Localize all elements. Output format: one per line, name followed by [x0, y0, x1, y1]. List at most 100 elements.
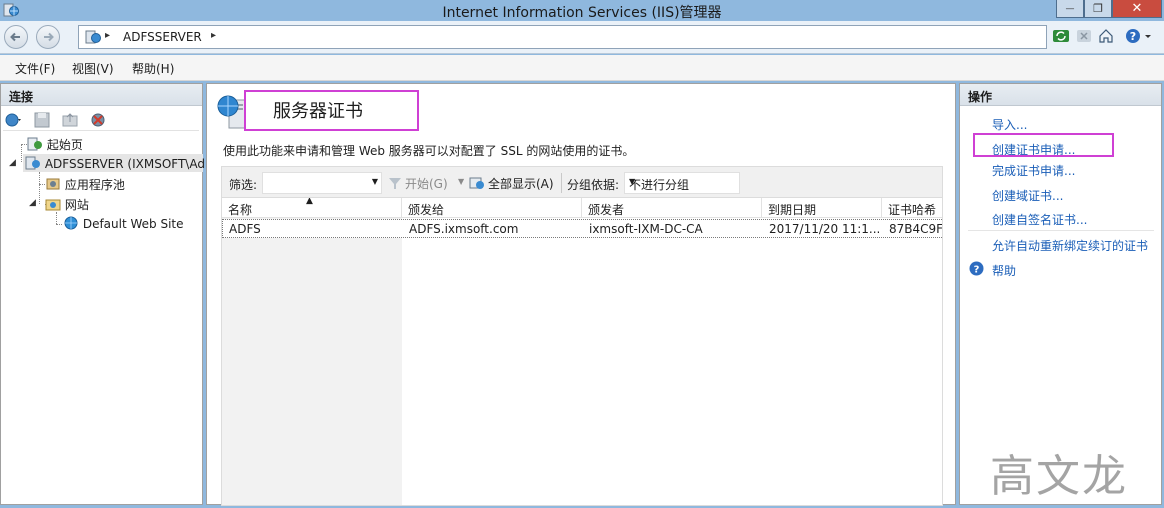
up-folder-icon[interactable]	[61, 111, 79, 129]
connections-panel: 连接 起始页 ◢ ADFSSERVER (IXMSOFT\Ad 应用程序池 ◢ …	[0, 83, 205, 505]
svg-text:?: ?	[1130, 30, 1136, 43]
help-dropdown-icon[interactable]: ?	[1124, 27, 1154, 45]
feature-description: 使用此功能来申请和管理 Web 服务器可以对配置了 SSL 的网站使用的证书。	[223, 144, 635, 158]
tree-item-default-web-site[interactable]: Default Web Site	[63, 216, 184, 231]
close-icon: ✕	[1131, 1, 1143, 16]
tree-label: 应用程序池	[64, 178, 125, 192]
address-row: ▸ ADFSSERVER ▸ ?	[0, 21, 1164, 54]
filter-label: 筛选:	[229, 178, 258, 192]
window-title: Internet Information Services (IIS)管理器	[442, 5, 722, 21]
action-complete-cert-request[interactable]: 完成证书申请...	[992, 162, 1075, 179]
minimize-icon: —	[1065, 3, 1075, 14]
server-icon	[85, 30, 101, 44]
dropdown-arrow-icon: ▼	[629, 177, 636, 186]
table-row[interactable]: ADFS ADFS.ixmsoft.com ixmsoft-IXM-DC-CA …	[222, 219, 943, 238]
sites-folder-icon	[45, 199, 61, 211]
breadcrumb-separator-icon: ▸	[105, 30, 111, 41]
start-button[interactable]: 开始(G)	[388, 173, 448, 193]
column-header-issued-to[interactable]: 颁发给	[402, 198, 582, 218]
breadcrumb-server[interactable]: ADFSSERVER	[123, 30, 202, 44]
menu-file[interactable]: 文件(F)	[15, 60, 55, 77]
start-page-icon	[27, 137, 42, 151]
tree-guide-line	[56, 212, 57, 224]
tree-label: 起始页	[46, 138, 83, 152]
group-by-label: 分组依据:	[567, 178, 620, 192]
dropdown-arrow-icon[interactable]: ▼	[458, 177, 464, 186]
tree-item-app-pools[interactable]: 应用程序池	[45, 176, 125, 193]
forward-arrow-icon	[44, 32, 54, 42]
close-button[interactable]: ✕	[1112, 0, 1162, 18]
tree-item-server[interactable]: ADFSSERVER (IXMSOFT\Ad	[25, 156, 205, 171]
show-all-button[interactable]: 全部显示(A)	[469, 173, 554, 193]
connections-header: 连接	[1, 84, 202, 106]
tree-guide-line	[39, 172, 40, 204]
tree-collapse-icon[interactable]: ◢	[29, 198, 36, 208]
dropdown-arrow-icon[interactable]: ▼	[372, 177, 378, 186]
filter-bar: 筛选: ▼ 开始(G) ▼ 全部显示(A) 分组依据: 不进行分组 ▼	[221, 166, 943, 198]
app-pool-icon	[46, 178, 60, 190]
column-header-cert-hash[interactable]: 证书哈希	[882, 198, 942, 218]
funnel-icon	[389, 178, 401, 189]
actions-header: 操作	[960, 84, 1161, 106]
toolbar-divider	[561, 173, 562, 193]
back-arrow-icon	[10, 32, 20, 42]
actions-divider	[968, 230, 1154, 231]
filter-input[interactable]: ▼	[262, 172, 382, 194]
column-header-name[interactable]: 名称 ▲	[222, 198, 402, 218]
tree-guide-line	[56, 224, 62, 225]
home-icon[interactable]	[1097, 27, 1115, 45]
show-all-icon	[469, 177, 484, 189]
refresh-icon[interactable]	[1052, 27, 1070, 45]
show-all-label: 全部显示(A)	[488, 176, 554, 191]
feature-panel: 服务器证书 使用此功能来申请和管理 Web 服务器可以对配置了 SSL 的网站使…	[206, 83, 956, 506]
menu-view[interactable]: 视图(V)	[72, 60, 114, 77]
back-button[interactable]	[4, 25, 28, 49]
minimize-button[interactable]: —	[1056, 0, 1084, 18]
cell-name: ADFS	[229, 222, 261, 236]
forward-button[interactable]	[36, 25, 60, 49]
menu-help[interactable]: 帮助(H)	[132, 60, 174, 77]
stop-icon[interactable]	[1075, 27, 1093, 45]
svg-text:?: ?	[974, 265, 980, 276]
certificates-grid: 名称 ▲ 颁发给 颁发者 到期日期 证书哈希 ADFS ADFS.ixmsoft…	[221, 197, 943, 506]
grid-empty-area	[222, 218, 402, 505]
tree-collapse-icon[interactable]: ◢	[9, 158, 16, 168]
cell-issued-to: ADFS.ixmsoft.com	[409, 222, 519, 236]
address-bar[interactable]: ▸ ADFSSERVER ▸	[78, 25, 1047, 49]
disconnect-icon[interactable]	[89, 111, 107, 129]
tree-item-sites[interactable]: 网站	[45, 196, 89, 213]
tree-label: ADFSSERVER (IXMSOFT\Ad	[44, 157, 205, 171]
column-label: 名称	[228, 203, 253, 217]
action-highlight-box	[973, 133, 1114, 157]
help-icon: ?	[969, 261, 984, 276]
cell-issued-by: ixmsoft-IXM-DC-CA	[589, 222, 703, 236]
maximize-button[interactable]: ❐	[1084, 0, 1112, 18]
tree-guide-line	[21, 144, 22, 162]
action-create-domain-cert[interactable]: 创建域证书...	[992, 187, 1063, 204]
connections-toolbar	[3, 109, 199, 131]
column-header-issued-by[interactable]: 颁发者	[582, 198, 762, 218]
connect-icon[interactable]	[4, 111, 22, 129]
group-by-select[interactable]: 不进行分组 ▼	[624, 172, 740, 194]
menu-bar: 文件(F) 视图(V) 帮助(H)	[0, 55, 1164, 81]
cell-cert-hash: 87B4C9F1	[889, 222, 943, 236]
globe-icon	[64, 216, 78, 230]
save-icon[interactable]	[33, 111, 51, 129]
cell-expiration: 2017/11/20 11:1...	[769, 222, 879, 236]
title-highlight-box	[244, 90, 419, 131]
breadcrumb-separator-icon[interactable]: ▸	[211, 30, 216, 41]
grid-header: 名称 ▲ 颁发给 颁发者 到期日期 证书哈希	[222, 198, 942, 218]
tree-label: Default Web Site	[82, 217, 184, 231]
column-header-expiration[interactable]: 到期日期	[762, 198, 882, 218]
server-icon	[25, 156, 40, 170]
action-help[interactable]: 帮助	[992, 262, 1016, 279]
watermark: 高文龙	[990, 451, 1128, 502]
title-bar: Internet Information Services (IIS)管理器 —…	[0, 0, 1164, 21]
sort-ascending-icon: ▲	[306, 197, 313, 206]
tree-item-start-page[interactable]: 起始页	[27, 136, 83, 153]
restore-icon: ❐	[1093, 2, 1103, 15]
action-create-self-signed-cert[interactable]: 创建自签名证书...	[992, 211, 1087, 228]
action-import[interactable]: 导入...	[992, 116, 1027, 133]
start-label: 开始(G)	[405, 176, 448, 191]
action-auto-rebind[interactable]: 允许自动重新绑定续订的证书	[992, 237, 1148, 254]
